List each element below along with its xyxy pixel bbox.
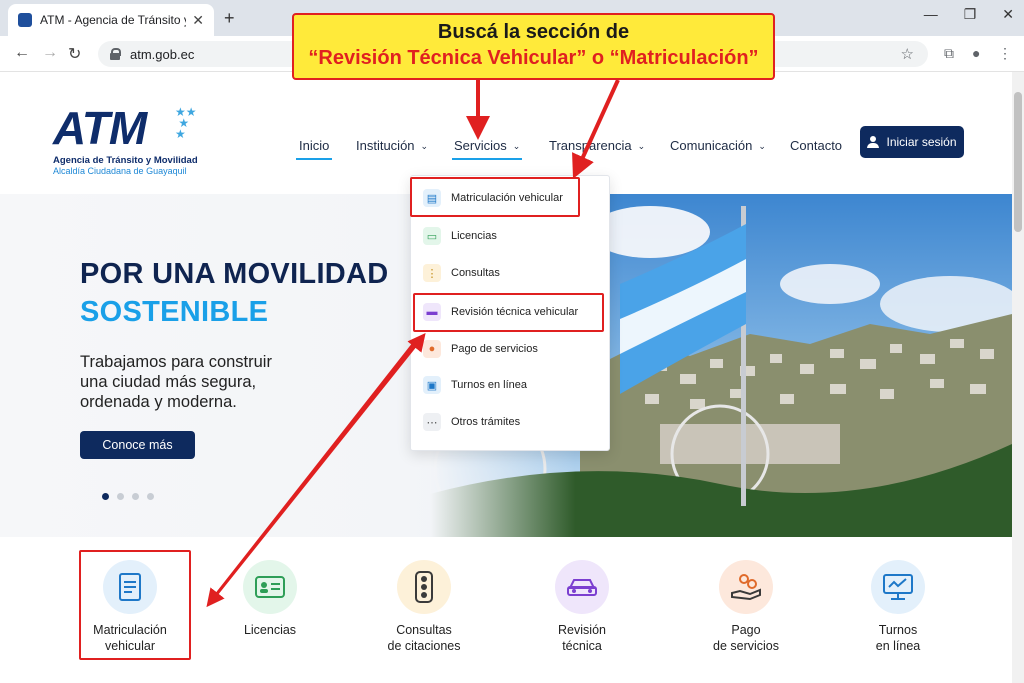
arrow-to-revision-menu [210, 332, 426, 601]
callout-line1: Buscá la sección de [437, 21, 630, 43]
annotation-arrows [206, 79, 620, 608]
callout-line2: “Revisión Técnica Vehicular” o “Matricul… [308, 47, 759, 69]
arrow-to-matriculacion-menu [572, 79, 620, 179]
instruction-callout: Buscá la sección de “Revisión Técnica Ve… [292, 13, 775, 80]
